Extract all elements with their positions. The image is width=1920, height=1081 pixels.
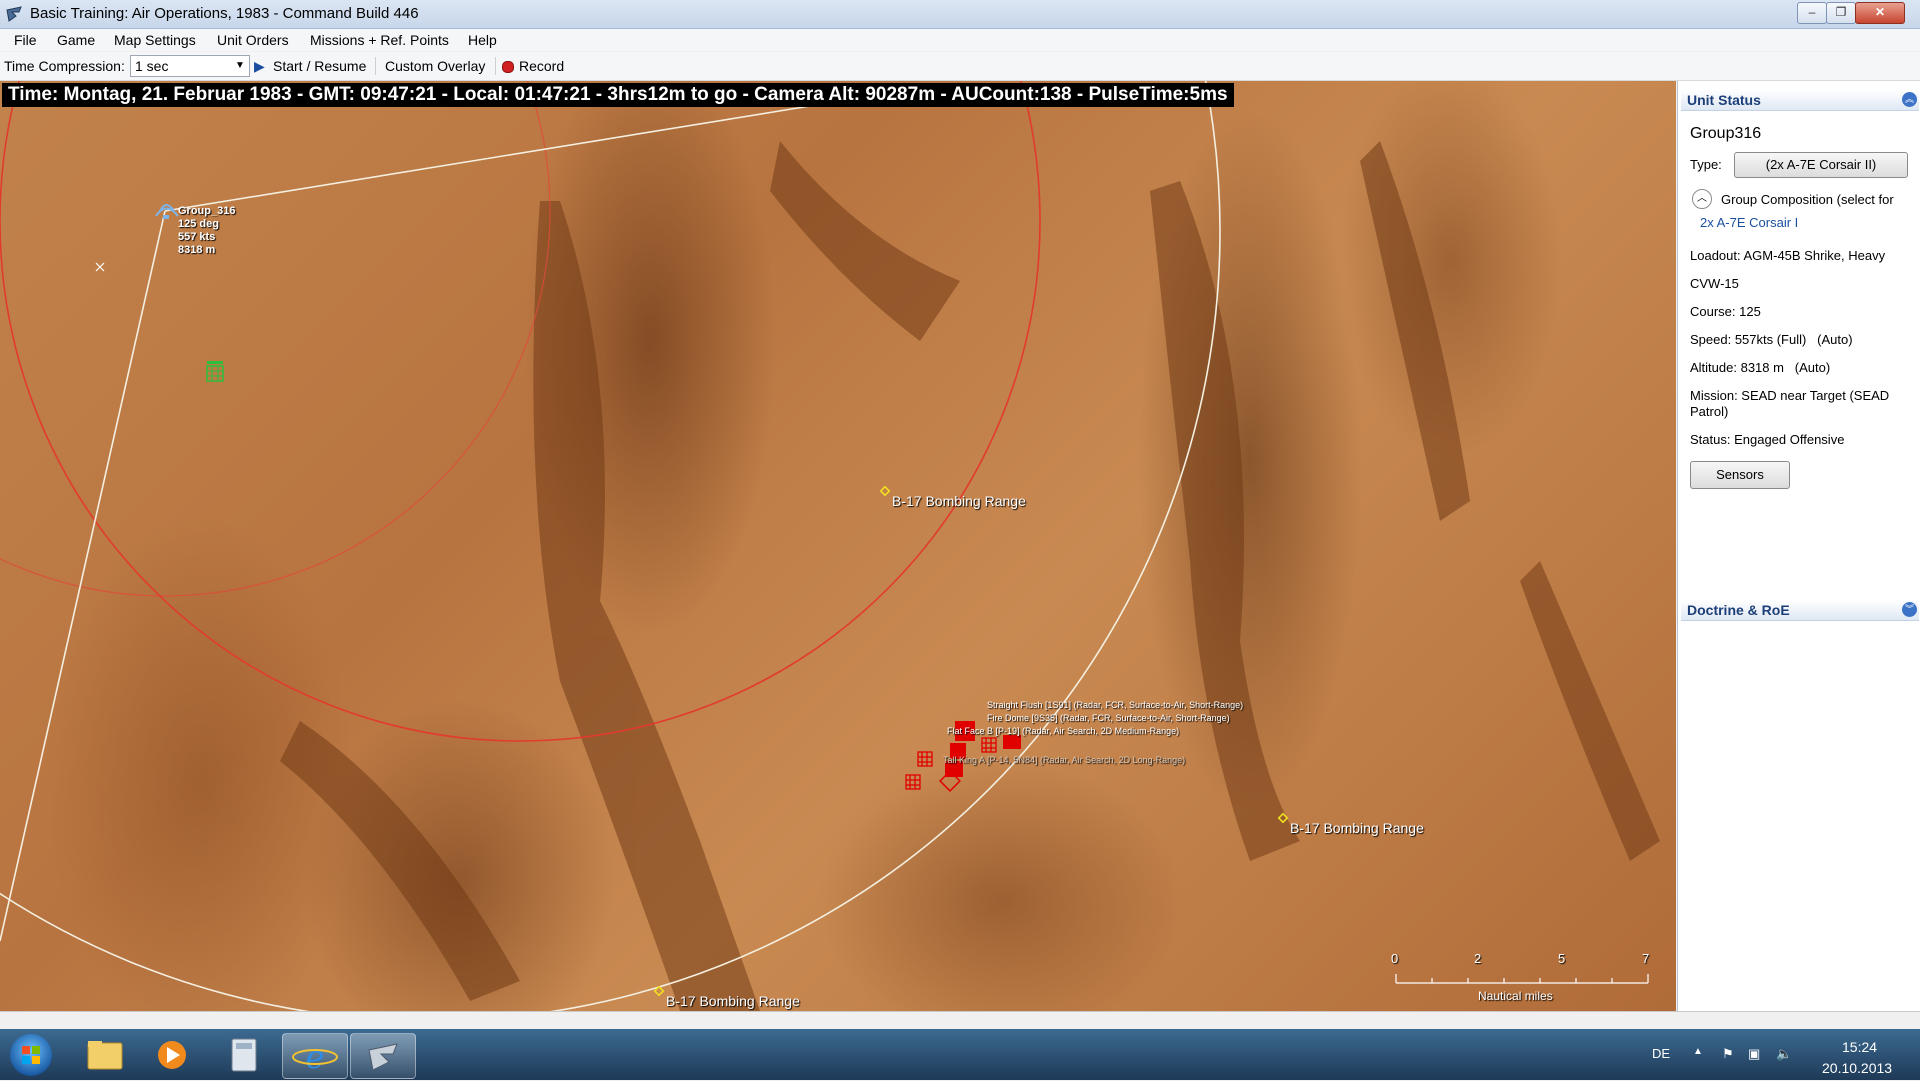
command-app-icon xyxy=(6,6,22,22)
range-ring-sam xyxy=(0,81,1041,742)
custom-overlay-button[interactable]: Custom Overlay xyxy=(385,58,485,74)
time-compression-label: Time Compression: xyxy=(4,58,125,74)
menu-unit-orders[interactable]: Unit Orders xyxy=(217,32,289,48)
unit-status-header[interactable]: Unit Status ︽ xyxy=(1681,90,1919,111)
contact-label-flat-face[interactable]: Flat Face B [P-19] (Radar, Air Search, 2… xyxy=(947,725,1179,737)
toolbar: Time Compression: 1 sec ▼ ▶ Start / Resu… xyxy=(0,52,1920,81)
command-taskbar-icon[interactable] xyxy=(350,1033,416,1079)
minimize-button[interactable]: – xyxy=(1797,2,1827,24)
scale-legend: 0 2 5 7 Nautical miles xyxy=(1390,951,1652,1003)
scale-tick-label: 5 xyxy=(1558,951,1566,966)
contact-label-tall-king[interactable]: Tall King A [P-14, 5N84] (Radar, Air Sea… xyxy=(943,754,1185,766)
speed-text[interactable]: Speed: 557kts (Full) (Auto) xyxy=(1690,332,1853,347)
chevron-down-icon: ▼ xyxy=(235,60,245,71)
record-icon xyxy=(502,61,514,73)
time-status-banner: Time: Montag, 21. Februar 1983 - GMT: 09… xyxy=(2,83,1234,107)
unit-type-button[interactable]: (2x A-7E Corsair II) xyxy=(1734,152,1908,178)
window-title: Basic Training: Air Operations, 1983 - C… xyxy=(30,5,419,22)
unit-status-title: Unit Status xyxy=(1687,92,1761,108)
refpoint-label[interactable]: B-17 Bombing Range xyxy=(666,993,800,1009)
type-label: Type: xyxy=(1690,157,1722,172)
clock-time[interactable]: 15:24 xyxy=(1842,1039,1877,1055)
tactical-map[interactable]: Time: Montag, 21. Februar 1983 - GMT: 09… xyxy=(0,81,1676,1011)
clock-date[interactable]: 20.10.2013 xyxy=(1822,1060,1892,1076)
contact-label-fire-dome[interactable]: Fire Dome [9S35] (Radar, FCR, Surface-to… xyxy=(987,712,1230,724)
group-composition-item[interactable]: 2x A-7E Corsair I xyxy=(1700,215,1798,230)
network-icon[interactable]: ▣ xyxy=(1748,1046,1760,1062)
record-button[interactable]: Record xyxy=(519,58,564,74)
language-indicator[interactable]: DE xyxy=(1652,1046,1670,1061)
map-overlay xyxy=(0,81,1660,1011)
action-center-flag-icon[interactable]: ⚑ xyxy=(1722,1046,1734,1062)
scale-unit-label: Nautical miles xyxy=(1478,989,1553,1003)
menu-file[interactable]: File xyxy=(14,32,37,48)
refpoint-label[interactable]: B-17 Bombing Range xyxy=(892,493,1026,509)
waypoint-x-icon[interactable] xyxy=(95,262,105,272)
expand-chevron-icon[interactable]: ︿ xyxy=(1692,189,1712,209)
chevron-up-icon[interactable]: ▲ xyxy=(1693,1046,1703,1057)
menu-bar: File Game Map Settings Unit Orders Missi… xyxy=(0,29,1920,51)
svg-text:e: e xyxy=(306,1038,325,1076)
range-ring-unit xyxy=(0,81,551,597)
loadout-text: Loadout: AGM-45B Shrike, Heavy xyxy=(1690,248,1886,263)
refpoint-label[interactable]: B-17 Bombing Range xyxy=(1290,820,1424,836)
contact-fire-dome-icon xyxy=(1003,735,1021,749)
internet-explorer-taskbar-icon[interactable]: e xyxy=(282,1033,348,1079)
sensors-button[interactable]: Sensors xyxy=(1690,461,1790,489)
time-compression-value: 1 sec xyxy=(135,58,169,74)
collapse-chevron-icon[interactable]: ︽ xyxy=(1902,92,1917,107)
menu-map-settings[interactable]: Map Settings xyxy=(114,32,196,48)
unit-heading: 125 deg xyxy=(178,218,219,230)
altitude-text[interactable]: Altitude: 8318 m (Auto) xyxy=(1690,360,1830,375)
contact-label-straight-flush[interactable]: Straight Flush [1S91] (Radar, FCR, Surfa… xyxy=(987,699,1243,711)
start-button-icon[interactable] xyxy=(10,1034,52,1076)
unit-status-panel: Unit Status ︽ Group316 Type: (2x A-7E Co… xyxy=(1677,81,1920,1011)
unit-altitude: 8318 m xyxy=(178,244,216,256)
course-text[interactable]: Course: 125 xyxy=(1690,304,1761,319)
unit-info-label[interactable]: Group_316 125 deg 557 kts 8318 m xyxy=(178,205,235,257)
start-resume-button[interactable]: Start / Resume xyxy=(273,58,366,74)
menu-missions-ref-points[interactable]: Missions + Ref. Points xyxy=(310,32,449,48)
doctrine-roe-title: Doctrine & RoE xyxy=(1687,602,1790,618)
unit-plotted-path xyxy=(164,105,811,212)
unit-name-heading: Group316 xyxy=(1690,125,1762,142)
aircraft-unit-icon[interactable] xyxy=(155,204,179,219)
facility-grid-icon[interactable] xyxy=(206,361,224,382)
wing-text: CVW-15 xyxy=(1690,276,1739,291)
unit-speed: 557 kts xyxy=(178,231,216,243)
group-composition-label: Group Composition (select for xyxy=(1721,192,1894,207)
scale-tick-label: 0 xyxy=(1391,951,1399,966)
volume-icon[interactable]: 🔈 xyxy=(1776,1046,1792,1062)
status-text: Status: Engaged Offensive xyxy=(1690,432,1845,447)
explorer-taskbar-icon[interactable] xyxy=(72,1033,136,1077)
media-player-taskbar-icon[interactable] xyxy=(140,1033,204,1077)
scale-tick-label: 2 xyxy=(1474,951,1482,966)
expand-chevron-icon[interactable]: ︾ xyxy=(1902,602,1917,617)
mission-text[interactable]: Mission: SEAD near Target (SEAD xyxy=(1690,388,1889,403)
refpoint-marker-icon[interactable] xyxy=(879,485,891,497)
unit-name: Group_316 xyxy=(178,205,236,217)
menu-game[interactable]: Game xyxy=(57,32,95,48)
toolbar-divider xyxy=(375,57,376,75)
windows-taskbar: e DE ▲ ⚑ ▣ 🔈 15:24 20.10.2013 xyxy=(0,1029,1920,1080)
window-title-bar: Basic Training: Air Operations, 1983 - C… xyxy=(0,0,1920,29)
calculator-taskbar-icon[interactable] xyxy=(212,1033,276,1077)
status-strip xyxy=(0,1011,1920,1030)
maximize-button[interactable]: ❐ xyxy=(1826,2,1856,24)
time-compression-select[interactable]: 1 sec ▼ xyxy=(130,55,250,77)
play-icon: ▶ xyxy=(254,58,265,74)
close-button[interactable]: ✕ xyxy=(1855,2,1905,24)
terrain-shading xyxy=(280,141,1660,1011)
scale-tick-label: 7 xyxy=(1642,951,1650,966)
doctrine-roe-header[interactable]: Doctrine & RoE ︾ xyxy=(1681,600,1919,621)
menu-help[interactable]: Help xyxy=(468,32,497,48)
toolbar-divider xyxy=(495,57,496,75)
mission-text-continued: Patrol) xyxy=(1690,404,1729,419)
